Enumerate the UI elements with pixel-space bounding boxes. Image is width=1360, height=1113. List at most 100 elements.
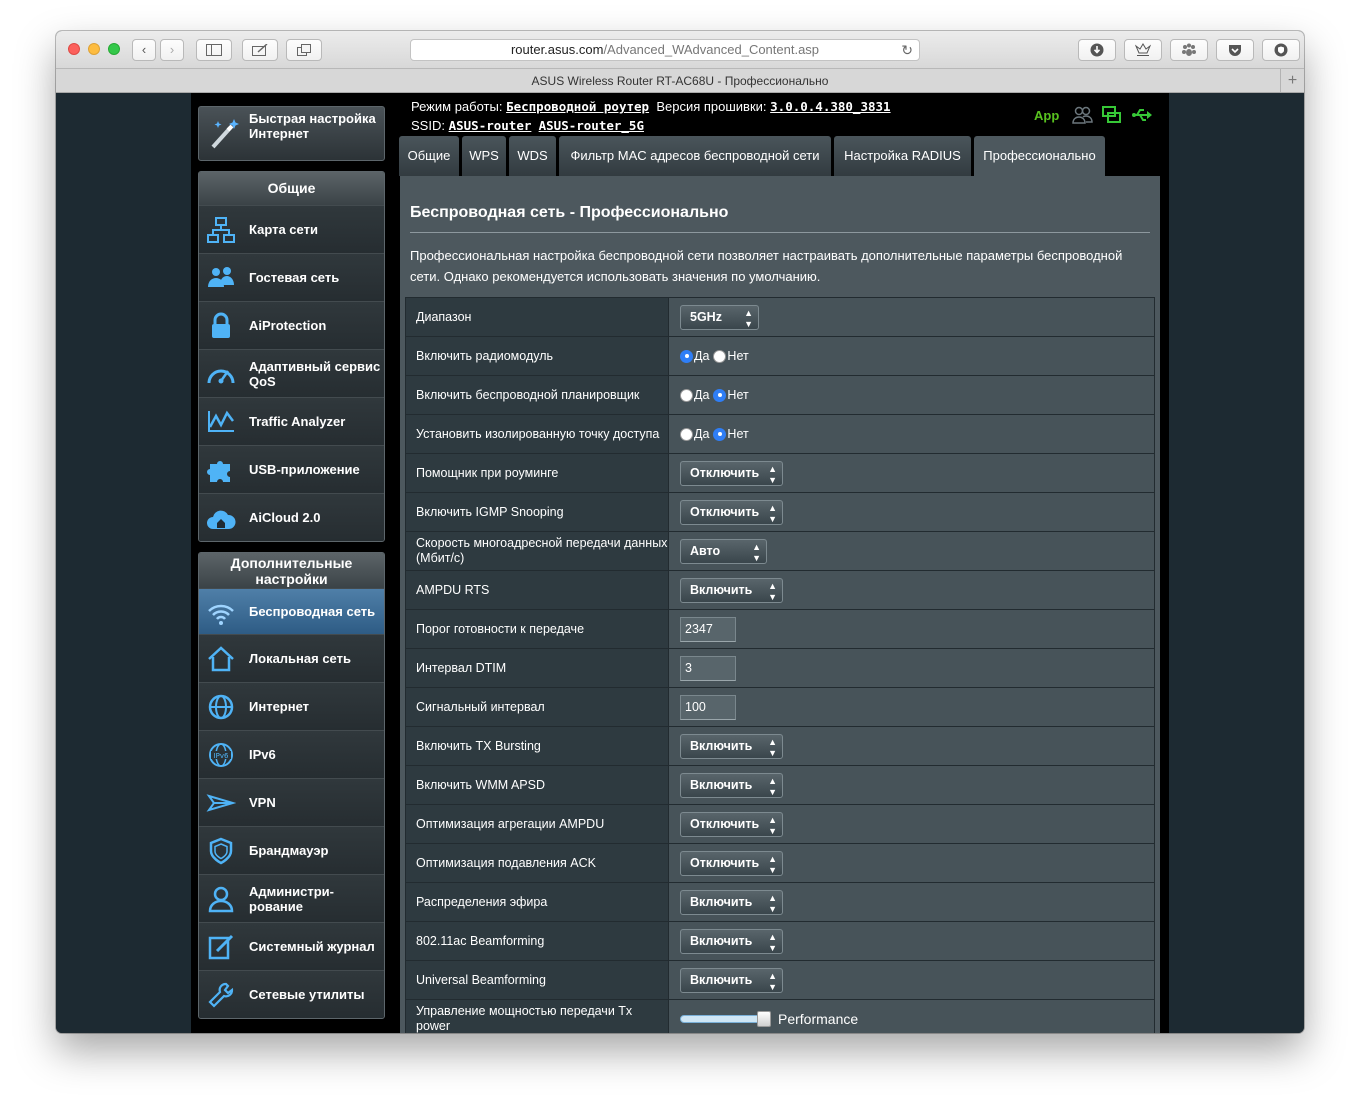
setting-label: Сигнальный интервал bbox=[405, 687, 669, 727]
sidebar-item-label: Карта сети bbox=[249, 222, 318, 237]
tx-power-slider[interactable] bbox=[680, 1011, 771, 1027]
quick-setup-button[interactable]: Быстрая настройка Интернет bbox=[198, 106, 385, 161]
back-button[interactable]: ‹ bbox=[132, 39, 156, 61]
radio-ap-isolation-no[interactable] bbox=[713, 427, 727, 441]
reload-icon[interactable]: ↻ bbox=[901, 40, 913, 60]
sidebar-item-traffic-analyzer[interactable]: Traffic Analyzer bbox=[199, 397, 384, 445]
advanced-menu: Дополнительные настройки Беспроводная се… bbox=[198, 552, 385, 1019]
tab-wps[interactable]: WPS bbox=[462, 136, 506, 176]
extension-button-1[interactable] bbox=[1124, 39, 1162, 61]
extension-button-3[interactable] bbox=[1262, 39, 1300, 61]
setting-label: Установить изолированную точку доступа bbox=[405, 414, 669, 454]
radio-scheduler-yes[interactable] bbox=[680, 388, 693, 402]
band-select[interactable]: 5GHz ▲ ▼ bbox=[680, 304, 759, 330]
airtime-fairness-select[interactable]: Включить ▲ ▼ bbox=[680, 889, 783, 915]
mode-link[interactable]: Беспроводной роутер bbox=[506, 99, 649, 114]
setting-label: Включить WMM APSD bbox=[405, 765, 669, 805]
sidebar-item-vpn[interactable]: VPN bbox=[199, 778, 384, 826]
beacon-interval-input[interactable]: 100 bbox=[680, 694, 736, 720]
minimize-window-button[interactable] bbox=[88, 43, 100, 55]
puzzle-icon bbox=[207, 461, 230, 482]
radio-label-yes: Да bbox=[694, 349, 710, 364]
app-link[interactable]: App bbox=[1034, 108, 1059, 123]
sidebar-item-network-map[interactable]: Карта сети bbox=[199, 205, 384, 253]
address-bar[interactable]: router.asus.com/Advanced_WAdvanced_Conte… bbox=[410, 39, 920, 61]
usb-icon[interactable] bbox=[1131, 105, 1153, 125]
reading-list-button[interactable] bbox=[242, 39, 278, 61]
sidebar-item-administration[interactable]: Администри-рование bbox=[199, 874, 384, 922]
sidebar-item-wan[interactable]: Интернет bbox=[199, 682, 384, 730]
internet-status-icon[interactable] bbox=[1101, 105, 1123, 125]
pocket-button[interactable] bbox=[1216, 39, 1254, 61]
select-arrows-icon: ▲ ▼ bbox=[768, 463, 777, 485]
select-value: Отключить bbox=[690, 816, 760, 831]
ampdu-aggregation-select[interactable]: Отключить ▲ ▼ bbox=[680, 811, 783, 837]
browser-tab[interactable]: ASUS Wireless Router RT-AC68U - Професси… bbox=[56, 69, 1304, 93]
radio-ap-isolation-yes[interactable] bbox=[680, 427, 693, 441]
sidebar-item-label: AiCloud 2.0 bbox=[249, 510, 321, 525]
tab-general[interactable]: Общие bbox=[399, 136, 459, 176]
sidebar-item-system-log[interactable]: Системный журнал bbox=[199, 922, 384, 970]
ssid-link-1[interactable]: ASUS-router bbox=[449, 118, 532, 133]
rts-threshold-input[interactable]: 2347 bbox=[680, 616, 736, 642]
radio-enable-radio-yes[interactable] bbox=[680, 349, 693, 363]
igmp-snooping-select[interactable]: Отключить ▲ ▼ bbox=[680, 499, 783, 525]
sidebar-item-aiprotection[interactable]: AiProtection bbox=[199, 301, 384, 349]
sidebar-item-qos[interactable]: Адаптивный сервис QoS bbox=[199, 349, 384, 397]
select-value: Включить bbox=[690, 972, 753, 987]
radio-scheduler-no[interactable] bbox=[713, 388, 727, 402]
sidebar-toggle-button[interactable] bbox=[196, 39, 232, 61]
ampdu-rts-select[interactable]: Включить ▲ ▼ bbox=[680, 577, 783, 603]
firmware-label: Версия прошивки: bbox=[656, 99, 767, 114]
select-value: Авто bbox=[690, 543, 721, 558]
dtim-interval-input[interactable]: 3 bbox=[680, 655, 736, 681]
maximize-window-button[interactable] bbox=[108, 43, 120, 55]
extension-button-2[interactable] bbox=[1170, 39, 1208, 61]
sidebar-item-label: Брандмауэр bbox=[249, 843, 329, 858]
sidebar-item-lan[interactable]: Локальная сеть bbox=[199, 634, 384, 682]
universal-beamforming-select[interactable]: Включить ▲ ▼ bbox=[680, 967, 783, 993]
wmm-apsd-select[interactable]: Включить ▲ ▼ bbox=[680, 772, 783, 798]
setting-label: Скорость многоадресной передачи данных (… bbox=[405, 531, 669, 571]
sidebar-item-aicloud[interactable]: AiCloud 2.0 bbox=[199, 493, 384, 541]
sidebar-item-label: Гостевая сеть bbox=[249, 270, 340, 285]
tab-professional[interactable]: Профессионально bbox=[974, 136, 1105, 176]
ack-suppression-select[interactable]: Отключить ▲ ▼ bbox=[680, 850, 783, 876]
select-value: Отключить bbox=[690, 465, 760, 480]
browser-toolbar: ‹ › router.asus.com/Advanced_WAdvanced_C… bbox=[56, 31, 1304, 69]
browser-window: ‹ › router.asus.com/Advanced_WAdvanced_C… bbox=[56, 31, 1304, 1033]
slider-handle[interactable] bbox=[757, 1011, 771, 1027]
advanced-menu-title: Дополнительные настройки bbox=[199, 553, 384, 588]
tx-bursting-select[interactable]: Включить ▲ ▼ bbox=[680, 733, 783, 759]
ac-beamforming-select[interactable]: Включить ▲ ▼ bbox=[680, 928, 783, 954]
select-value: Включить bbox=[690, 894, 753, 909]
tab-radius[interactable]: Настройка RADIUS bbox=[834, 136, 971, 176]
forward-button[interactable]: › bbox=[160, 39, 184, 61]
sidebar-item-network-tools[interactable]: Сетевые утилиты bbox=[199, 970, 384, 1018]
multicast-rate-select[interactable]: Авто ▲ ▼ bbox=[680, 538, 767, 564]
tab-wds[interactable]: WDS bbox=[509, 136, 556, 176]
sidebar-item-ipv6[interactable]: IPv6 IPv6 bbox=[199, 730, 384, 778]
sidebar-item-usb-app[interactable]: USB-приложение bbox=[199, 445, 384, 493]
setting-label: AMPDU RTS bbox=[405, 570, 669, 610]
ssid-link-2[interactable]: ASUS-router_5G bbox=[539, 118, 644, 133]
sidebar-item-wireless[interactable]: Беспроводная сеть bbox=[199, 588, 384, 634]
new-tab-button[interactable]: + bbox=[1280, 69, 1304, 92]
downloads-button[interactable] bbox=[1078, 39, 1116, 61]
roaming-assistant-select[interactable]: Отключить ▲ ▼ bbox=[680, 460, 783, 486]
select-arrows-icon: ▲ ▼ bbox=[768, 580, 777, 602]
globe-icon bbox=[208, 694, 234, 720]
select-arrows-icon: ▲ ▼ bbox=[752, 541, 761, 563]
firmware-link[interactable]: 3.0.0.4.380_3831 bbox=[770, 99, 890, 114]
status-header: Режим работы: Беспроводной роутер Версия… bbox=[411, 97, 891, 135]
speedometer-icon bbox=[207, 369, 235, 384]
radio-enable-radio-no[interactable] bbox=[713, 349, 727, 363]
sidebar-item-guest-network[interactable]: Гостевая сеть bbox=[199, 253, 384, 301]
url-host: router.asus.com bbox=[510, 42, 604, 57]
tab-mac-filter[interactable]: Фильтр MAC адресов беспроводной сети bbox=[559, 136, 831, 176]
close-window-button[interactable] bbox=[68, 43, 80, 55]
sidebar-item-firewall[interactable]: Брандмауэр bbox=[199, 826, 384, 874]
clients-icon[interactable] bbox=[1071, 105, 1093, 125]
tabs-overview-button[interactable] bbox=[286, 39, 322, 61]
paw-icon bbox=[1182, 43, 1196, 56]
